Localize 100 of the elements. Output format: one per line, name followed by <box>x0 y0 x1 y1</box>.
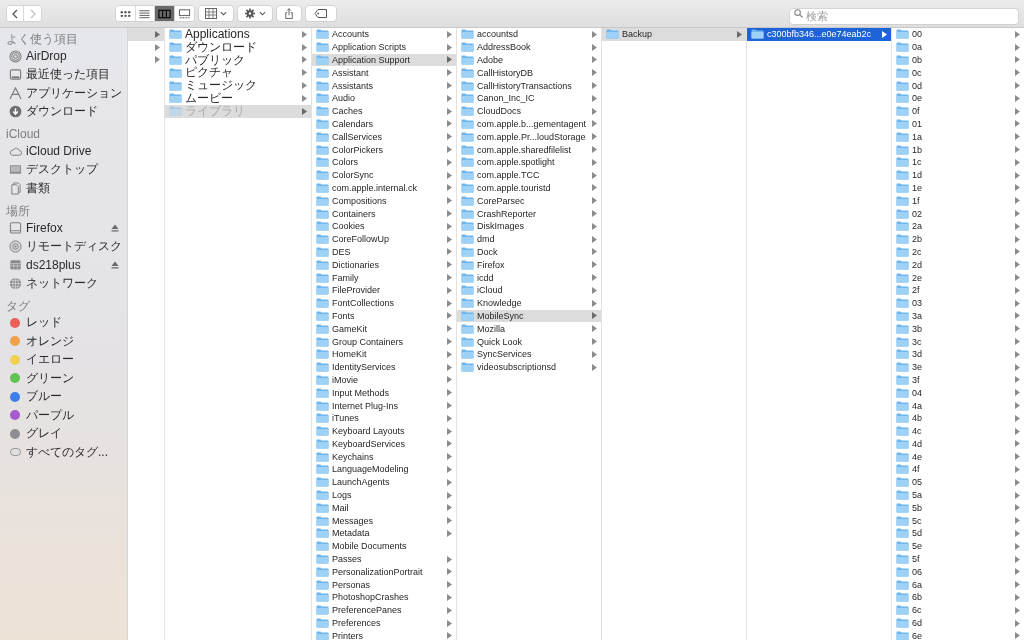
folder-item[interactable]: 03 <box>892 296 1024 310</box>
folder-item[interactable]: 01 <box>892 117 1024 131</box>
folder-item[interactable]: 5e <box>892 539 1024 553</box>
sidebar-item[interactable]: アプリケーション <box>0 84 127 103</box>
folder-item[interactable]: CoreFollowUp <box>312 232 456 246</box>
folder-item[interactable]: ダウンロード <box>165 40 311 54</box>
folder-item[interactable]: 6b <box>892 591 1024 604</box>
folder-item[interactable]: PreferencePanes <box>312 603 456 617</box>
folder-item[interactable]: 4a <box>892 399 1024 412</box>
folder-item[interactable]: c300bfb346...e0e74eab2c <box>747 28 891 41</box>
folder-item[interactable]: 3c <box>892 335 1024 348</box>
folder-item[interactable]: 5a <box>892 488 1024 502</box>
folder-item[interactable]: 0d <box>892 79 1024 92</box>
folder-item[interactable]: DES <box>312 245 456 259</box>
folder-item[interactable]: FontCollections <box>312 296 456 310</box>
folder-item[interactable]: Backup <box>602 28 746 41</box>
sidebar-item[interactable]: イエロー <box>0 350 127 369</box>
folder-item[interactable]: Canon_Inc_IC <box>457 92 601 105</box>
folder-item[interactable]: Internet Plug-Ins <box>312 399 456 412</box>
folder-item[interactable]: Passes <box>312 552 456 566</box>
folder-item[interactable]: ColorPickers <box>312 143 456 156</box>
folder-item[interactable]: Messages <box>312 514 456 528</box>
share-button[interactable] <box>277 6 301 21</box>
folder-item[interactable]: Knowledge <box>457 296 601 310</box>
folder-item[interactable]: Compositions <box>312 194 456 208</box>
folder-item[interactable]: CrashReporter <box>457 207 601 220</box>
folder-item[interactable]: Cookies <box>312 219 456 233</box>
folder-item[interactable]: CallHistoryTransactions <box>457 79 601 92</box>
folder-item[interactable]: 1d <box>892 168 1024 182</box>
folder-item[interactable]: Accounts <box>312 28 456 41</box>
folder-item[interactable]: Mobile Documents <box>312 539 456 553</box>
folder-item[interactable]: 05 <box>892 475 1024 489</box>
folder-item[interactable]: Mail <box>312 501 456 515</box>
folder-item[interactable]: 3a <box>892 309 1024 323</box>
folder-item[interactable]: 1f <box>892 194 1024 208</box>
folder-item[interactable]: 6c <box>892 603 1024 617</box>
folder-item[interactable]: CallServices <box>312 130 456 144</box>
sidebar-item[interactable]: すべてのタグ... <box>0 443 127 462</box>
folder-item[interactable]: CallHistoryDB <box>457 66 601 80</box>
sidebar-item[interactable]: ds218plus <box>0 255 127 274</box>
folder-item[interactable]: Application Scripts <box>312 40 456 54</box>
folder-item[interactable]: iMovie <box>312 373 456 387</box>
folder-item[interactable]: Metadata <box>312 527 456 540</box>
sidebar-item[interactable]: グレイ <box>0 424 127 443</box>
folder-item[interactable]: ColorSync <box>312 168 456 182</box>
folder-item[interactable]: Applications <box>165 28 311 41</box>
folder-item[interactable]: Logs <box>312 488 456 502</box>
folder-item[interactable]: Dictionaries <box>312 258 456 272</box>
folder-item[interactable]: MobileSync <box>457 309 601 323</box>
sidebar-item[interactable]: ダウンロード <box>0 102 127 121</box>
sidebar-item[interactable]: リモートディスク <box>0 237 127 256</box>
folder-item[interactable]: Audio <box>312 92 456 105</box>
folder-item[interactable]: 04 <box>892 386 1024 400</box>
folder-item[interactable]: Family <box>312 271 456 284</box>
folder-item[interactable]: 2f <box>892 283 1024 297</box>
folder-item[interactable]: icdd <box>457 271 601 284</box>
folder-item[interactable]: 2c <box>892 245 1024 259</box>
folder-item[interactable]: LanguageModeling <box>312 463 456 476</box>
folder-item[interactable]: Adobe <box>457 53 601 67</box>
folder-item[interactable]: 4f <box>892 463 1024 476</box>
folder-item[interactable]: com.apple.b...gementagent <box>457 117 601 131</box>
folder-item[interactable]: IdentityServices <box>312 360 456 374</box>
folder-item[interactable]: com.apple.TCC <box>457 168 601 182</box>
folder-item[interactable]: com.apple.internal.ck <box>312 181 456 195</box>
folder-item[interactable]: Personas <box>312 578 456 592</box>
sidebar-item[interactable]: Firefox <box>0 218 127 237</box>
folder-item[interactable]: com.apple.touristd <box>457 181 601 195</box>
folder-item[interactable]: 5c <box>892 514 1024 528</box>
folder-item[interactable]: dmd <box>457 232 601 246</box>
folder-item[interactable]: com.apple.spotlight <box>457 155 601 169</box>
folder-row[interactable] <box>128 28 164 41</box>
sidebar-item[interactable]: ブルー <box>0 387 127 406</box>
folder-item[interactable]: 6e <box>892 629 1024 640</box>
folder-item[interactable]: Quick Look <box>457 335 601 348</box>
back-button[interactable] <box>7 6 24 21</box>
folder-item[interactable]: PersonalizationPortrait <box>312 565 456 579</box>
sidebar-item[interactable]: オレンジ <box>0 332 127 351</box>
folder-item[interactable]: 0f <box>892 104 1024 118</box>
folder-item[interactable]: 5f <box>892 552 1024 566</box>
folder-item[interactable]: Dock <box>457 245 601 259</box>
folder-item[interactable]: 4e <box>892 450 1024 464</box>
folder-item[interactable]: KeyboardServices <box>312 437 456 451</box>
folder-item[interactable]: 00 <box>892 28 1024 41</box>
folder-item[interactable]: 0c <box>892 66 1024 80</box>
view-mode-button[interactable] <box>155 6 175 21</box>
sidebar-item[interactable]: グリーン <box>0 369 127 388</box>
action-button[interactable] <box>238 6 272 21</box>
folder-item[interactable]: Containers <box>312 207 456 220</box>
folder-item[interactable]: iCloud <box>457 283 601 297</box>
folder-item[interactable]: Colors <box>312 155 456 169</box>
folder-item[interactable]: ピクチャ <box>165 66 311 80</box>
sidebar-item[interactable]: AirDrop <box>0 47 127 66</box>
folder-item[interactable]: 0b <box>892 53 1024 67</box>
folder-item[interactable]: Preferences <box>312 616 456 630</box>
folder-item[interactable]: GameKit <box>312 322 456 336</box>
folder-item[interactable]: 1a <box>892 130 1024 144</box>
folder-item[interactable]: 2e <box>892 271 1024 284</box>
folder-item[interactable]: Assistants <box>312 79 456 92</box>
search-field[interactable]: 検索 <box>790 8 1018 24</box>
folder-item[interactable]: Calendars <box>312 117 456 131</box>
